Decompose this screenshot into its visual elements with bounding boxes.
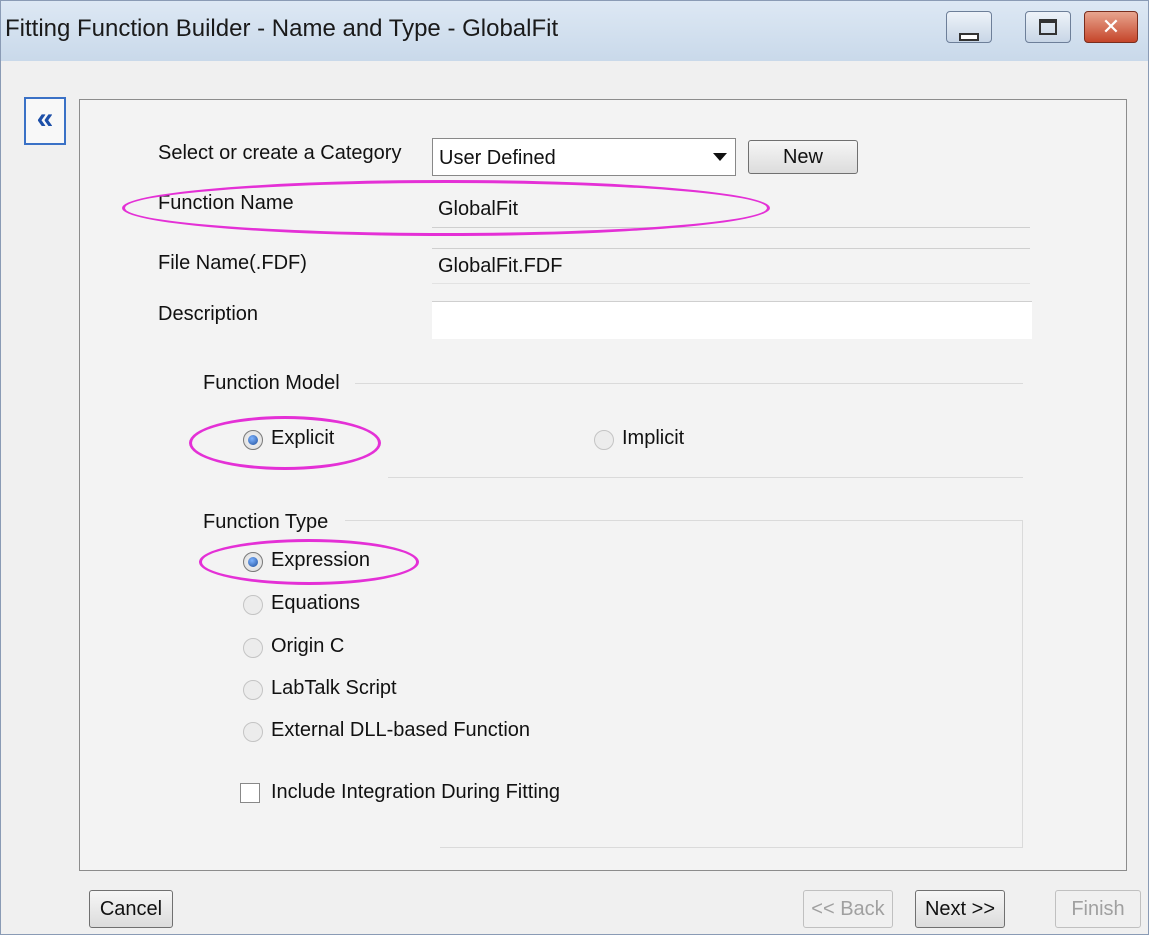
origin-c-label: Origin C bbox=[271, 635, 345, 657]
expression-label: Expression bbox=[271, 549, 370, 571]
external-dll-label: External DLL-based Function bbox=[271, 719, 531, 741]
description-label: Description bbox=[158, 303, 259, 325]
function-type-group-right bbox=[1022, 520, 1023, 848]
include-integration-label: Include Integration During Fitting bbox=[271, 781, 561, 803]
minimize-icon bbox=[947, 28, 991, 46]
finish-button[interactable]: Finish bbox=[1055, 890, 1141, 928]
double-chevron-left-icon: « bbox=[36, 102, 54, 135]
external-dll-radio[interactable] bbox=[243, 722, 263, 742]
include-integration-checkbox[interactable] bbox=[240, 783, 260, 803]
maximize-icon bbox=[1026, 12, 1070, 40]
collapse-panel-button[interactable]: « bbox=[24, 97, 66, 145]
labtalk-script-label: LabTalk Script bbox=[271, 677, 397, 699]
function-type-group-bottom bbox=[440, 847, 1023, 848]
close-button[interactable]: ✕ bbox=[1084, 11, 1138, 43]
explicit-label: Explicit bbox=[271, 427, 335, 449]
equations-label: Equations bbox=[271, 592, 360, 614]
next-button[interactable]: Next >> bbox=[915, 890, 1005, 928]
function-type-group-line bbox=[345, 520, 1023, 521]
file-name-label: File Name(.FDF) bbox=[158, 252, 307, 274]
back-button[interactable]: << Back bbox=[803, 890, 893, 928]
function-name-label: Function Name bbox=[158, 192, 294, 214]
function-name-input[interactable]: GlobalFit bbox=[432, 192, 1030, 228]
title-bar[interactable]: Fitting Function Builder - Name and Type… bbox=[1, 1, 1148, 61]
maximize-button[interactable] bbox=[1025, 11, 1071, 43]
close-icon: ✕ bbox=[1101, 14, 1121, 39]
description-input[interactable] bbox=[432, 301, 1032, 339]
origin-c-radio[interactable] bbox=[243, 638, 263, 658]
category-dropdown[interactable]: User Defined bbox=[432, 138, 736, 176]
window-title: Fitting Function Builder - Name and Type… bbox=[5, 15, 559, 42]
category-label: Select or create a Category bbox=[158, 142, 402, 164]
new-category-button[interactable]: New bbox=[748, 140, 858, 174]
minimize-button[interactable] bbox=[946, 11, 992, 43]
function-type-label: Function Type bbox=[203, 511, 329, 533]
dropdown-arrow-icon bbox=[713, 153, 727, 161]
file-name-field: GlobalFit.FDF bbox=[432, 248, 1030, 284]
implicit-label: Implicit bbox=[622, 427, 685, 449]
explicit-radio[interactable] bbox=[243, 430, 263, 450]
expression-radio[interactable] bbox=[243, 552, 263, 572]
labtalk-script-radio[interactable] bbox=[243, 680, 263, 700]
function-model-group-line bbox=[355, 383, 1023, 384]
equations-radio[interactable] bbox=[243, 595, 263, 615]
function-model-group-bottom bbox=[388, 477, 1023, 478]
cancel-button[interactable]: Cancel bbox=[89, 890, 173, 928]
implicit-radio[interactable] bbox=[594, 430, 614, 450]
function-model-label: Function Model bbox=[203, 372, 340, 394]
category-dropdown-value: User Defined bbox=[439, 147, 556, 169]
